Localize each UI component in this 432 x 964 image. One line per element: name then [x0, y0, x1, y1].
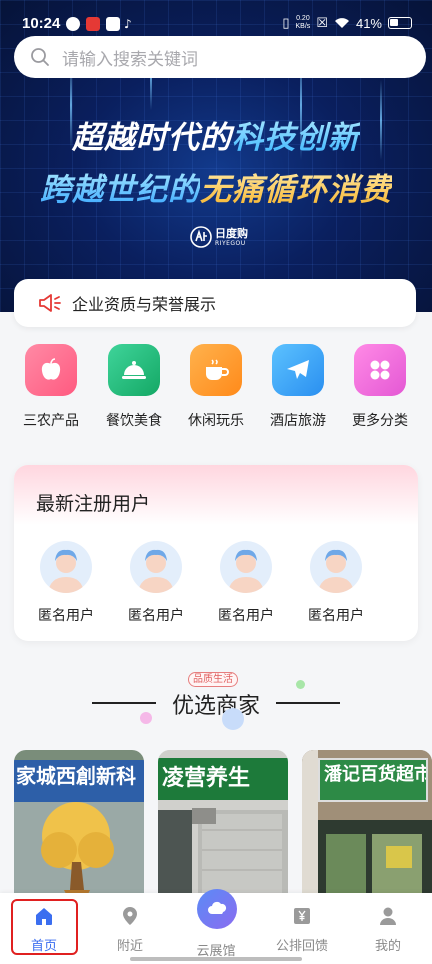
- nav-label: 公排回馈: [275, 939, 328, 954]
- money-tree-image: [14, 802, 144, 900]
- search-bar[interactable]: 请输入搜索关键词: [14, 36, 426, 78]
- category-label: 更多分类: [352, 413, 408, 429]
- category-tile: [354, 344, 406, 396]
- food-cloche-icon: [122, 361, 146, 379]
- category-farm-products[interactable]: 三农产品: [11, 344, 91, 430]
- default-avatar-icon: [48, 549, 84, 593]
- nav-label: 附近: [116, 939, 143, 954]
- merchant-card[interactable]: 凌营养生: [158, 750, 288, 900]
- sim-icon: ☒: [316, 15, 328, 30]
- yen-box-icon: [294, 908, 310, 924]
- cloud-icon: [208, 901, 227, 914]
- gesture-home-bar[interactable]: [130, 957, 302, 961]
- app-notification-icon: [86, 17, 100, 31]
- battery-icon: [388, 17, 412, 29]
- user-item[interactable]: 匿名用户: [119, 541, 193, 625]
- merchant-card[interactable]: 家城西創新科: [14, 750, 144, 900]
- airplane-icon: [287, 360, 309, 379]
- battery-percent: 41%: [355, 15, 382, 31]
- app-notification-icon: [106, 17, 120, 31]
- category-tile: [272, 344, 324, 396]
- net-speed-unit: KB/s: [295, 23, 311, 30]
- category-tile: [190, 344, 242, 396]
- category-label: 休闲玩乐: [188, 413, 244, 429]
- nav-tab-nearby[interactable]: 附近: [95, 905, 165, 954]
- brand-name-en: RIYEGOU: [215, 239, 246, 247]
- search-icon: [31, 48, 49, 66]
- home-tab-highlight-box: [11, 899, 78, 955]
- user-name: 匿名用户: [218, 608, 274, 624]
- app-notification-icon: [66, 17, 80, 31]
- bottom-navigation: 首页 附近 云展馆 公排回馈 我的: [0, 889, 432, 964]
- status-time: 10:24: [22, 15, 61, 32]
- avatar: [130, 541, 182, 593]
- coffee-cup-icon: [206, 359, 229, 380]
- default-avatar-icon: [138, 549, 174, 593]
- new-users-title: 最新注册用户: [36, 493, 151, 515]
- announcement-bar[interactable]: 企业资质与荣誉展示: [14, 279, 416, 327]
- category-label: 餐饮美食: [106, 413, 162, 429]
- location-pin-icon: [123, 907, 137, 925]
- user-name: 匿名用户: [308, 608, 364, 624]
- tiktok-icon: ♪: [124, 17, 132, 31]
- category-grid: 三农产品 餐饮美食 休闲玩乐 酒店旅游 更多分类: [0, 344, 432, 434]
- vibrate-icon: ▯: [282, 15, 290, 30]
- user-name: 匿名用户: [38, 608, 94, 624]
- avatar: [40, 541, 92, 593]
- user-item[interactable]: 匿名用户: [29, 541, 103, 625]
- net-speed-value: 0.20: [296, 15, 310, 22]
- decor-dot: [222, 708, 244, 730]
- nav-tab-rebate[interactable]: 公排回馈: [267, 905, 337, 954]
- brand-logo-mark: [190, 226, 212, 248]
- default-avatar-icon: [318, 549, 354, 593]
- category-tile: [108, 344, 160, 396]
- announcement-text: 企业资质与荣誉展示: [72, 295, 217, 314]
- category-more[interactable]: 更多分类: [340, 344, 420, 430]
- headline-2-part-b: 无痛循环消费: [200, 172, 392, 208]
- category-label: 三农产品: [23, 413, 79, 429]
- category-hotel-travel[interactable]: 酒店旅游: [258, 344, 338, 430]
- nav-tab-profile[interactable]: 我的: [353, 905, 423, 954]
- user-item[interactable]: 匿名用户: [299, 541, 373, 625]
- brand-logo: 日度购 RIYEGOU: [190, 226, 248, 248]
- network-speed: 0.20 KB/s: [296, 15, 311, 31]
- category-food[interactable]: 餐饮美食: [94, 344, 174, 430]
- category-tile: [25, 344, 77, 396]
- user-icon: [380, 907, 396, 925]
- nav-label: 我的: [374, 939, 401, 954]
- decor-dot: [140, 712, 152, 724]
- brand-name-cn: 日度购: [215, 226, 248, 240]
- new-users-card: 最新注册用户 匿名用户 匿名用户 匿名用户 匿名用户: [14, 465, 418, 641]
- banner-headline-1: 超越时代的科技创新: [0, 112, 432, 157]
- avatar: [220, 541, 272, 593]
- user-item[interactable]: 匿名用户: [209, 541, 283, 625]
- section-title: 优选商家: [171, 694, 260, 719]
- nav-tab-cloud-pavilion[interactable]: [197, 889, 237, 929]
- merchant-sign: 凌营养生: [158, 758, 288, 800]
- grid-dots-icon: [370, 360, 390, 380]
- default-avatar-icon: [228, 549, 264, 593]
- merchant-card[interactable]: 潘记百货超市: [302, 750, 432, 900]
- headline-2-part-a: 跨越世纪的: [40, 172, 200, 208]
- headline-1-part-b: 科技创新: [232, 120, 360, 156]
- banner-headline-2: 跨越世纪的无痛循环消费: [0, 164, 432, 209]
- search-placeholder: 请输入搜索关键词: [62, 49, 198, 70]
- category-leisure[interactable]: 休闲玩乐: [176, 344, 256, 430]
- category-label: 酒店旅游: [270, 413, 326, 429]
- megaphone-icon: [39, 294, 61, 312]
- user-name: 匿名用户: [128, 608, 184, 624]
- wifi-icon: [334, 18, 349, 28]
- headline-1-part-a: 超越时代的: [72, 120, 232, 156]
- decor-dot: [296, 680, 305, 689]
- section-badge: 品质生活: [188, 672, 238, 687]
- apple-icon: [41, 358, 61, 380]
- featured-merchants-header: 品质生活 优选商家: [0, 668, 432, 730]
- merchant-sign: 潘记百货超市: [318, 758, 428, 802]
- avatar: [310, 541, 362, 593]
